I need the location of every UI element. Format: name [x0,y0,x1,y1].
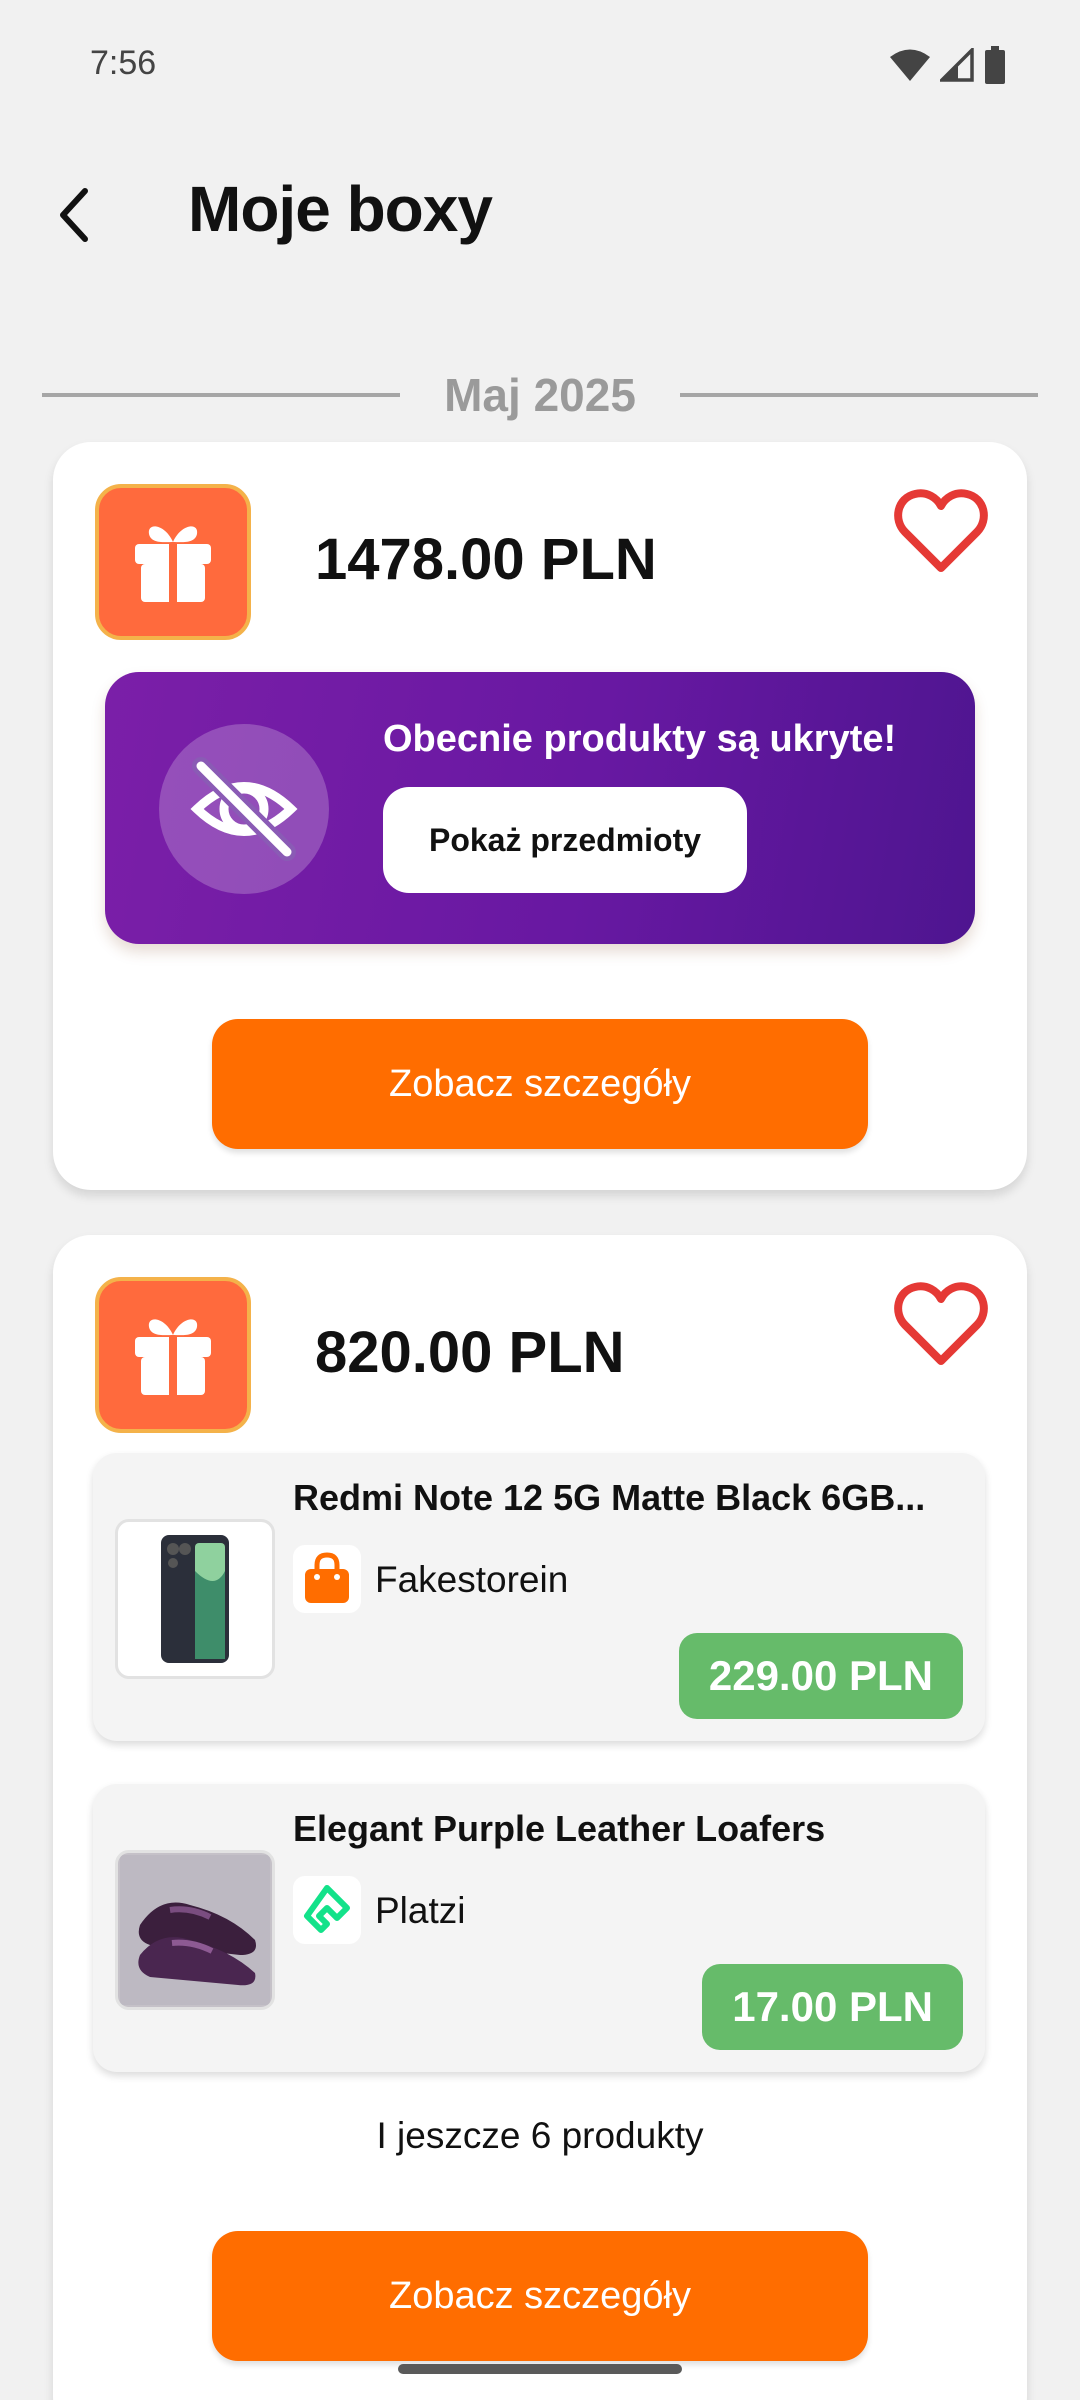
divider-line-right [679,393,1039,397]
gift-icon [95,1277,251,1433]
divider-line-left [42,393,401,397]
favorite-heart-icon[interactable] [893,1281,989,1367]
signal-icon [940,48,974,82]
back-button[interactable] [30,170,120,260]
product-item[interactable]: Elegant Purple Leather Loafers Platzi 17… [93,1784,985,2072]
product-price-badge: 17.00 PLN [702,1964,963,2050]
product-name: Redmi Note 12 5G Matte Black 6GB... [293,1477,926,1518]
month-label: Maj 2025 [444,369,636,421]
page-title: Moje boxy [188,173,493,245]
product-image-loafers [115,1850,275,2010]
more-products-text: I jeszcze 6 produkty [376,2115,704,2156]
show-items-button[interactable]: Pokaż przedmioty [383,787,747,893]
back-arrow-icon [60,188,88,242]
box-card: 1478.00 PLN Obecnie produkty są ukryte! … [53,442,1027,1190]
app-header: Moje boxy [0,150,1080,270]
product-price-badge: 229.00 PLN [678,1633,963,1719]
home-indicator[interactable] [398,2364,682,2374]
product-item[interactable]: Redmi Note 12 5G Matte Black 6GB... Fake… [93,1453,985,1741]
box-price: 820.00 PLN [315,1320,625,1385]
store-name: Fakestorein [375,1559,569,1600]
store-name: Platzi [375,1890,466,1931]
status-time: 7:56 [90,44,157,82]
box-card: 820.00 PLN Redmi Note 12 5G Matte Black … [53,1235,1027,2400]
shopping-bag-icon [293,1545,361,1613]
box-price: 1478.00 PLN [315,527,657,592]
hidden-products-message: Obecnie produkty są ukryte! [383,718,897,760]
see-details-button[interactable]: Zobacz szczegóły [212,2231,868,2361]
gift-icon [95,484,251,640]
status-icons [890,46,1006,84]
product-name: Elegant Purple Leather Loafers [293,1808,826,1849]
favorite-heart-icon[interactable] [893,488,989,574]
platzi-logo-icon [293,1876,361,1944]
product-image-phone [115,1519,275,1679]
battery-icon [985,46,1005,84]
eye-off-icon [159,724,329,894]
products-hidden-banner: Obecnie produkty są ukryte! Pokaż przedm… [105,672,975,944]
see-details-button[interactable]: Zobacz szczegóły [212,1019,868,1149]
wifi-icon [890,49,930,81]
status-bar: 7:56 [0,0,1080,130]
month-divider: Maj 2025 [42,365,1039,425]
